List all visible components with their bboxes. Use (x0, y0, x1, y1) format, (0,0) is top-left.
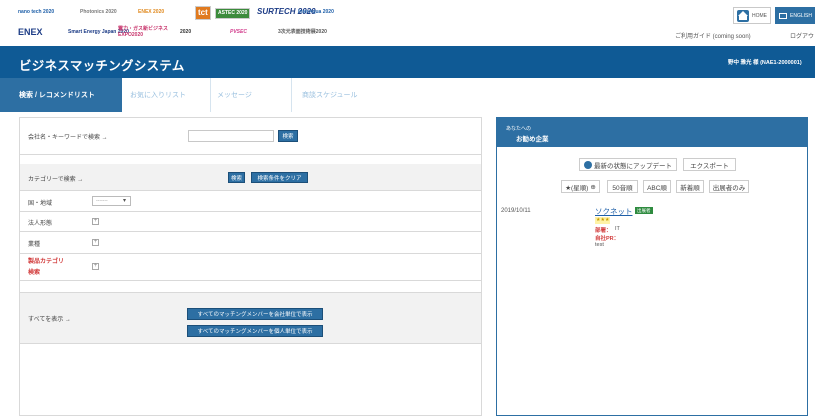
pr-value: test (595, 242, 604, 248)
sort-abc-button[interactable]: ABC順 (643, 180, 671, 193)
home-icon (737, 9, 749, 22)
industry-row: 業種 + (20, 232, 481, 253)
home-button[interactable]: HOME (733, 7, 771, 24)
recommend-header-small: あなたへの (506, 126, 532, 132)
logo-3d-surface: 3次元表面技術展2020 (278, 29, 327, 35)
keyword-search-button[interactable]: 検索 (278, 130, 298, 142)
tab-label: お気に入りリスト (130, 92, 186, 99)
page-title: ビジネスマッチングシステム (19, 59, 185, 73)
country-select-value: ------- (96, 198, 108, 204)
keyword-search-input[interactable] (188, 130, 274, 142)
tab-messages[interactable]: メッセージ (211, 78, 291, 112)
product-category-label-line1: 製品カテゴリ (28, 259, 65, 265)
corporate-form-label: 法人形態 (28, 221, 53, 227)
recommend-list-item: 2019/10/11 ソクネット 出展者 ★★★ 部署： IT 自社PR： te… (497, 206, 807, 266)
department-label: 部署： (595, 228, 612, 234)
english-label: ENGLISH (790, 12, 812, 19)
show-all-by-company-button[interactable]: すべてのマッチングメンバーを会社単位で表示 (187, 308, 323, 320)
sort-by-star-button[interactable]: ★(星順) ⊕ (561, 180, 600, 193)
country-label: 国・地域 (28, 201, 53, 207)
tab-label: メッセージ (217, 92, 252, 99)
export-button[interactable]: エクスポート (683, 158, 736, 171)
expand-plus-icon[interactable]: + (92, 218, 99, 225)
sort-50-button[interactable]: 50音順 (607, 180, 638, 193)
logo-interaqua: InterAqua 2020 (298, 9, 334, 15)
show-all-row: すべてを表示 → すべてのマッチングメンバーを会社単位で表示 すべてのマッチング… (20, 293, 481, 343)
logo-gas-business-expo: 電力・ガス新ビジネス EXPO2020 (118, 26, 169, 38)
home-label: HOME (752, 12, 767, 19)
update-button-label: 最新の状態にアップデート (594, 162, 672, 170)
tab-favorites[interactable]: お気に入りリスト (122, 78, 210, 112)
chevron-down-icon: ▾ (122, 198, 126, 204)
logo-astec: ASTEC 2020 (215, 8, 251, 19)
tab-label: 商談スケジュール (302, 92, 358, 99)
logo-photonics: Photonics 2020 (80, 9, 117, 15)
tab-schedule[interactable]: 商談スケジュール (292, 78, 384, 112)
logout-link[interactable]: ログアウト (790, 31, 815, 40)
category-search-row: カテゴリーで検索 → 検索 検索条件をクリア (20, 164, 481, 190)
keyword-search-label: 会社名・キーワードで検索 → (28, 135, 108, 141)
expand-plus-icon[interactable]: + (92, 239, 99, 246)
entry-date: 2019/10/11 (501, 208, 531, 214)
logo-nanotech: nano tech 2020 (18, 9, 55, 15)
app-header: ビジネスマッチングシステム 野中 雅光 様 (NAE1-2000001) (0, 46, 815, 78)
language-icon (779, 12, 787, 19)
logo-enex-small: ENEX 2020 (138, 9, 165, 15)
country-row: 国・地域 ------- ▾ (20, 191, 481, 211)
corporate-form-row: 法人形態 + (20, 212, 481, 231)
user-name: 野中 雅光 様 (NAE1-2000001) (728, 60, 802, 66)
industry-label: 業種 (28, 242, 41, 248)
refresh-icon (584, 160, 592, 169)
exhibitors-only-button[interactable]: 出展者のみ (709, 180, 749, 193)
expand-plus-icon[interactable]: + (92, 263, 99, 270)
show-all-by-person-button[interactable]: すべてのマッチングメンバーを個人単位で表示 (187, 325, 323, 337)
exhibitor-badge: 出展者 (635, 207, 653, 214)
product-category-row: 製品カテゴリ 検索 + (20, 254, 481, 280)
product-category-label: 製品カテゴリ 検索 (28, 257, 64, 279)
department-value: IT (615, 226, 620, 232)
tab-search-recommend[interactable]: 検索 / レコメンドリスト (0, 78, 122, 112)
category-search-label: カテゴリーで検索 → (28, 177, 84, 183)
country-select[interactable]: ------- ▾ (92, 196, 131, 206)
divider (20, 154, 481, 155)
search-panel: 会社名・キーワードで検索 → 検索 カテゴリーで検索 → 検索 検索条件をクリア… (19, 117, 482, 416)
recommend-header: あなたへの お勧め企業 (497, 118, 807, 147)
sort-active-icon: ⊕ (590, 183, 596, 191)
exhibition-logo-banner: nano tech 2020 Photonics 2020 ENEX 2020 … (0, 0, 815, 46)
company-link[interactable]: ソクネット (595, 206, 633, 217)
recommend-header-title: お勧め企業 (516, 136, 549, 143)
tab-label: 検索 / レコメンドリスト (19, 92, 95, 99)
sort-new-button[interactable]: 新着順 (676, 180, 704, 193)
tab-bar: 検索 / レコメンドリスト お気に入りリスト メッセージ 商談スケジュール (0, 78, 815, 112)
category-search-button[interactable]: 検索 (228, 172, 245, 183)
usage-guide-link[interactable]: ご利用ガイド (coming soon) (675, 31, 751, 40)
clear-conditions-button[interactable]: 検索条件をクリア (251, 172, 308, 183)
divider (20, 280, 481, 281)
divider (20, 343, 481, 344)
logo-tct: tct (195, 6, 211, 20)
product-category-label-line2: 検索 (28, 270, 41, 276)
keyword-search-row: 会社名・キーワードで検索 → 検索 (20, 118, 481, 154)
tab-bar-filler (384, 78, 815, 112)
pr-label: 自社PR： (595, 236, 620, 242)
logo-enex: ENEX (18, 27, 43, 37)
logo-pvsec: PVSEC (230, 29, 247, 35)
rating-stars: ★★★ (595, 217, 611, 224)
show-all-label: すべてを表示 → (28, 317, 71, 323)
update-button[interactable]: 最新の状態にアップデート (579, 158, 677, 171)
english-button[interactable]: ENGLISH (775, 7, 815, 24)
sort-by-star-label: ★(星順) (565, 184, 589, 192)
recommend-panel: あなたへの お勧め企業 最新の状態にアップデート エクスポート ★(星順) ⊕ … (496, 117, 808, 416)
logo-generic-2020: 2020 (180, 29, 192, 35)
